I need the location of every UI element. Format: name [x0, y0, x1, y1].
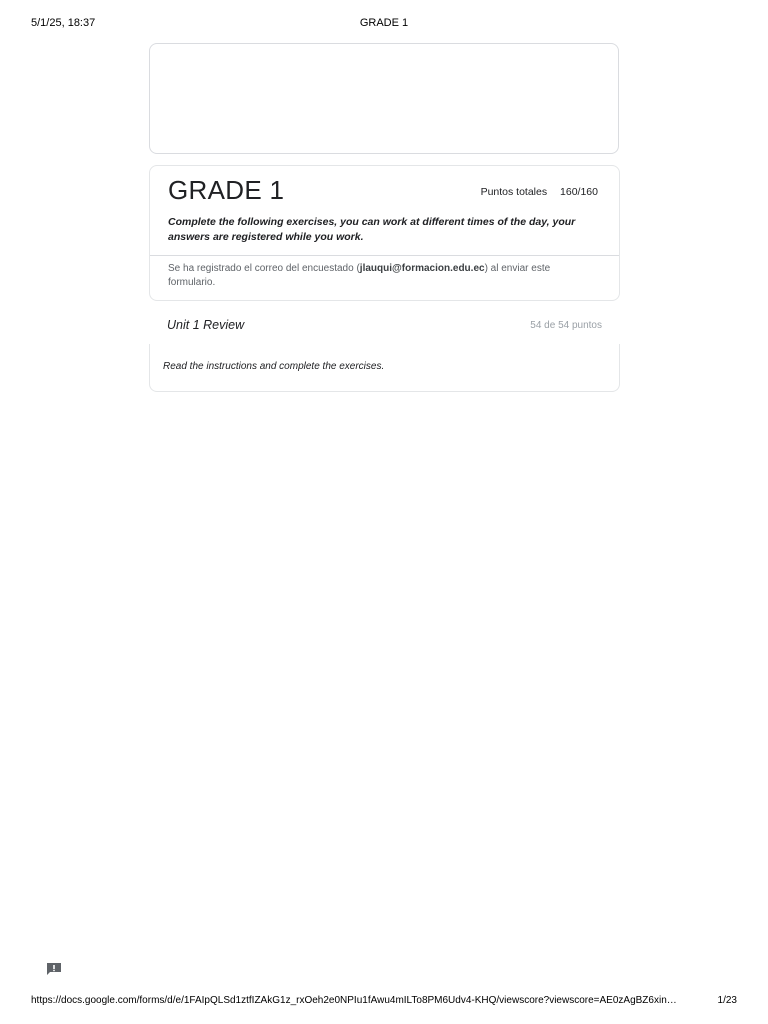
total-points-value: 160/160 [560, 186, 598, 198]
email-notice: Se ha registrado el correo del encuestad… [168, 262, 588, 290]
feedback-icon[interactable] [46, 962, 62, 976]
form-title: GRADE 1 [168, 175, 285, 205]
email-notice-prefix: Se ha registrado el correo del encuestad… [168, 263, 360, 274]
section-points: 54 de 54 puntos [530, 320, 602, 331]
header-banner [149, 43, 619, 154]
respondent-email: jlauqui@formacion.edu.ec [359, 263, 485, 274]
form-description: Complete the following exercises, you ca… [168, 216, 576, 243]
page-number: 1/23 [717, 995, 737, 1006]
total-points: Puntos totales 160/160 [481, 186, 598, 198]
form-header-card: GRADE 1 Puntos totales 160/160 Complete … [149, 165, 620, 301]
section-instructions: Read the instructions and complete the e… [163, 361, 385, 372]
divider [150, 255, 619, 256]
section-title: Unit 1 Review [167, 318, 245, 332]
section-card: Read the instructions and complete the e… [149, 344, 620, 392]
print-header: 5/1/25, 18:37 GRADE 1 [31, 17, 737, 31]
section-header: Unit 1 Review 54 de 54 puntos [149, 310, 620, 342]
total-points-label: Puntos totales [480, 186, 548, 198]
print-title: GRADE 1 [359, 17, 409, 29]
page-url: https://docs.google.com/forms/d/e/1FAIpQ… [31, 995, 677, 1006]
print-footer: https://docs.google.com/forms/d/e/1FAIpQ… [31, 995, 737, 1009]
